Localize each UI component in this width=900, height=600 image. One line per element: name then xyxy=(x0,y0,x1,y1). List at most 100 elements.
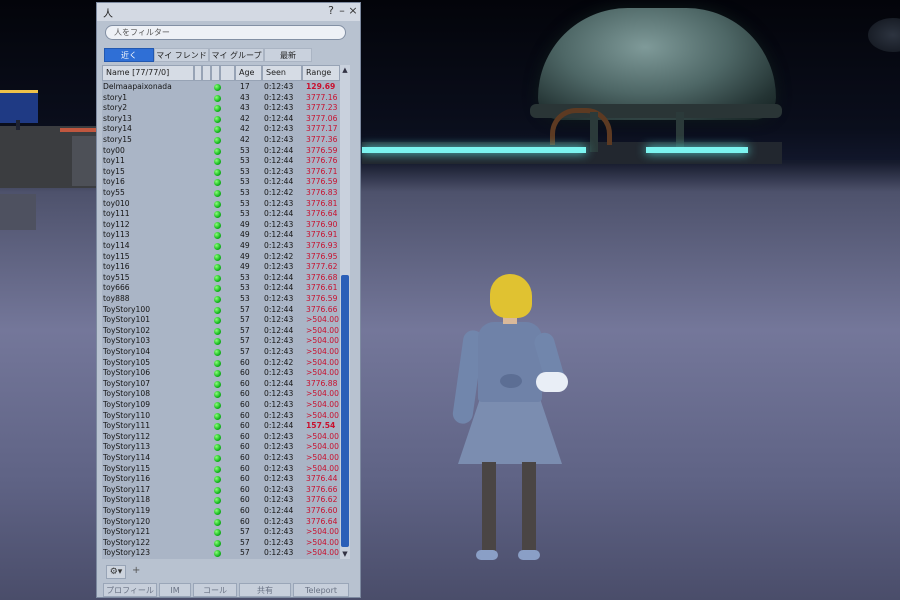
online-dot-icon xyxy=(214,508,221,515)
resident-age: 53 xyxy=(240,177,250,187)
table-row[interactable]: toy112 49 0:12:43 3776.90 xyxy=(102,220,346,231)
scroll-down-arrow-icon[interactable]: ▼ xyxy=(340,549,350,559)
list-scrollbar[interactable]: ▲ ▼ xyxy=(340,65,350,559)
resident-name: toy114 xyxy=(103,241,130,250)
resident-range: 3777.17 xyxy=(306,124,338,134)
table-row[interactable]: ToyStory110 60 0:12:43 >504.00 xyxy=(102,411,346,422)
table-row[interactable]: toy515 53 0:12:44 3776.68 xyxy=(102,273,346,284)
call-button[interactable]: コール xyxy=(193,583,237,597)
table-row[interactable]: toy11 53 0:12:44 3776.76 xyxy=(102,156,346,167)
table-row[interactable]: ToyStory104 57 0:12:43 >504.00 xyxy=(102,347,346,358)
resident-range: 3776.60 xyxy=(306,506,338,515)
table-row[interactable]: story1 43 0:12:43 3777.16 xyxy=(102,93,346,104)
table-row[interactable]: toy888 53 0:12:43 3776.59 xyxy=(102,294,346,305)
table-row[interactable]: ToyStory115 60 0:12:43 >504.00 xyxy=(102,464,346,475)
online-dot-icon xyxy=(214,158,221,166)
nearby-people-list[interactable]: Name [77/77/0] Age Seen Range Delmaapaix… xyxy=(102,65,350,559)
table-row[interactable]: ToyStory117 60 0:12:43 3776.66 xyxy=(102,485,346,496)
column-header-flag[interactable] xyxy=(202,65,211,81)
resident-seen: 0:12:43 xyxy=(264,315,294,325)
close-icon[interactable]: × xyxy=(347,4,359,17)
table-row[interactable]: ToyStory112 60 0:12:43 >504.00 xyxy=(102,432,346,443)
profile-button[interactable]: プロフィール xyxy=(103,583,157,597)
avatar-character[interactable] xyxy=(448,268,578,578)
table-row[interactable]: Delmaapaixonada 17 0:12:43 129.69 xyxy=(102,82,346,93)
table-row[interactable]: ToyStory119 60 0:12:44 3776.60 xyxy=(102,506,346,517)
table-row[interactable]: toy116 49 0:12:43 3777.62 xyxy=(102,262,346,273)
table-row[interactable]: ToyStory122 57 0:12:43 >504.00 xyxy=(102,538,346,549)
column-header-seen[interactable]: Seen xyxy=(262,65,302,81)
table-row[interactable]: toy113 49 0:12:44 3776.91 xyxy=(102,230,346,241)
column-header-blank[interactable] xyxy=(220,65,235,81)
resident-name: toy010 xyxy=(103,198,130,208)
table-row[interactable]: ToyStory108 60 0:12:43 >504.00 xyxy=(102,389,346,400)
scrollbar-thumb[interactable] xyxy=(341,275,349,547)
table-row[interactable]: ToyStory105 60 0:12:42 >504.00 xyxy=(102,358,346,369)
resident-seen: 0:12:44 xyxy=(264,272,294,282)
resident-range: >504.00 xyxy=(306,347,339,356)
table-row[interactable]: story2 43 0:12:43 3777.23 xyxy=(102,103,346,114)
resident-range: 3777.62 xyxy=(306,262,338,272)
resident-seen: 0:12:44 xyxy=(264,209,294,219)
table-row[interactable]: ToyStory114 60 0:12:43 >504.00 xyxy=(102,453,346,464)
resident-age: 60 xyxy=(240,442,250,452)
table-row[interactable]: story13 42 0:12:44 3777.06 xyxy=(102,114,346,125)
table-row[interactable]: ToyStory113 60 0:12:43 >504.00 xyxy=(102,442,346,453)
table-row[interactable]: ToyStory116 60 0:12:43 3776.44 xyxy=(102,474,346,485)
table-row[interactable]: ToyStory107 60 0:12:44 3776.88 xyxy=(102,379,346,390)
resident-name: toy113 xyxy=(103,230,130,240)
tab-my-groups[interactable]: マイ グループ xyxy=(209,48,264,62)
online-dot-icon xyxy=(214,115,221,123)
table-row[interactable]: toy114 49 0:12:43 3776.93 xyxy=(102,241,346,252)
table-row[interactable]: toy16 53 0:12:44 3776.59 xyxy=(102,177,346,188)
plus-icon[interactable]: + xyxy=(132,565,140,576)
table-row[interactable]: toy111 53 0:12:44 3776.64 xyxy=(102,209,346,220)
table-row[interactable]: ToyStory109 60 0:12:43 >504.00 xyxy=(102,400,346,411)
table-row[interactable]: toy00 53 0:12:44 3776.59 xyxy=(102,146,346,157)
table-row[interactable]: ToyStory120 60 0:12:43 3776.64 xyxy=(102,517,346,528)
tab-nearby[interactable]: 近く xyxy=(104,48,154,62)
tab-my-friends[interactable]: マイ フレンド xyxy=(154,48,209,62)
resident-seen: 0:12:43 xyxy=(264,389,294,399)
table-row[interactable]: ToyStory101 57 0:12:43 >504.00 xyxy=(102,315,346,326)
resident-range: 3776.59 xyxy=(306,145,338,155)
resident-age: 60 xyxy=(240,421,250,431)
gear-icon[interactable]: ⚙▾ xyxy=(106,565,126,579)
table-row[interactable]: story15 42 0:12:43 3777.36 xyxy=(102,135,346,146)
scroll-up-arrow-icon[interactable]: ▲ xyxy=(340,65,350,75)
table-row[interactable]: ToyStory118 60 0:12:43 3776.62 xyxy=(102,495,346,506)
online-dot-icon xyxy=(214,370,221,378)
table-row[interactable]: toy15 53 0:12:43 3776.71 xyxy=(102,167,346,178)
table-row[interactable]: ToyStory111 60 0:12:44 157.54 xyxy=(102,421,346,432)
column-header-flag[interactable] xyxy=(194,65,202,81)
table-row[interactable]: ToyStory121 57 0:12:43 >504.00 xyxy=(102,527,346,538)
table-row[interactable]: toy55 53 0:12:42 3776.83 xyxy=(102,188,346,199)
table-row[interactable]: ToyStory106 60 0:12:43 >504.00 xyxy=(102,368,346,379)
column-header-name[interactable]: Name [77/77/0] xyxy=(102,65,194,81)
people-filter-input[interactable] xyxy=(105,25,346,40)
resident-age: 60 xyxy=(240,506,250,515)
table-row[interactable]: toy115 49 0:12:42 3776.95 xyxy=(102,252,346,263)
share-button[interactable]: 共有 xyxy=(239,583,291,597)
resident-name: toy111 xyxy=(103,209,130,219)
column-header-range[interactable]: Range xyxy=(302,65,340,81)
im-button[interactable]: IM xyxy=(159,583,191,597)
table-row[interactable]: toy666 53 0:12:44 3776.61 xyxy=(102,283,346,294)
resident-age: 53 xyxy=(240,283,250,293)
column-header-status[interactable] xyxy=(211,65,220,81)
resident-seen: 0:12:44 xyxy=(264,421,294,431)
resident-age: 53 xyxy=(240,145,250,155)
table-row[interactable]: toy010 53 0:12:43 3776.81 xyxy=(102,199,346,210)
table-row[interactable]: ToyStory103 57 0:12:43 >504.00 xyxy=(102,336,346,347)
resident-range: 3776.95 xyxy=(306,251,338,261)
resident-age: 57 xyxy=(240,548,250,558)
table-row[interactable]: ToyStory102 57 0:12:44 >504.00 xyxy=(102,326,346,337)
table-row[interactable]: ToyStory123 57 0:12:43 >504.00 xyxy=(102,548,346,559)
floater-titlebar[interactable]: 人 ? – × xyxy=(97,3,360,21)
table-row[interactable]: story14 42 0:12:43 3777.17 xyxy=(102,124,346,135)
column-header-age[interactable]: Age xyxy=(235,65,262,81)
table-row[interactable]: ToyStory100 57 0:12:44 3776.66 xyxy=(102,305,346,316)
teleport-button[interactable]: Teleport xyxy=(293,583,349,597)
resident-name: ToyStory106 xyxy=(103,368,151,378)
tab-recent[interactable]: 最新 xyxy=(264,48,312,62)
